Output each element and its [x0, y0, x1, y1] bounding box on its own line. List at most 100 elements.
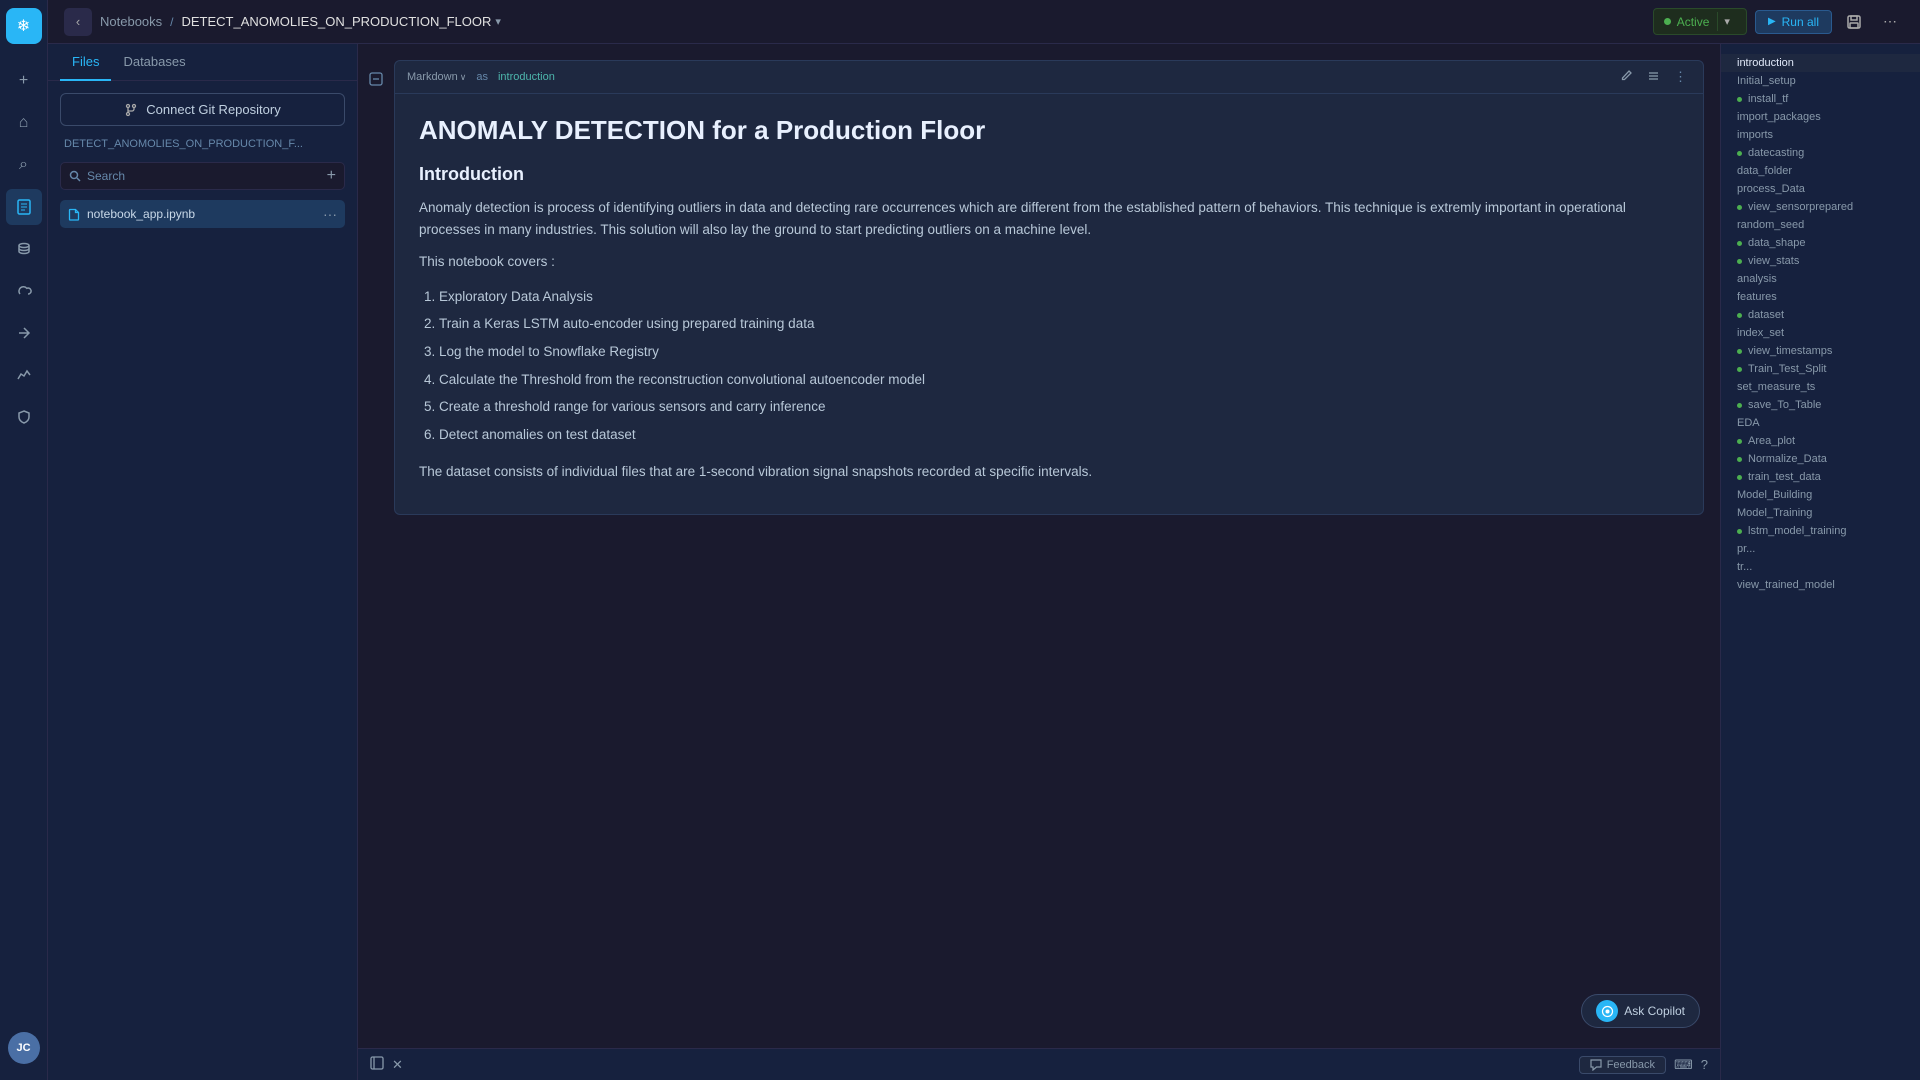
sidebar-item-home[interactable]: ⌂ [6, 105, 42, 141]
outline-dot-icon [1737, 349, 1742, 354]
outline-item-label: dataset [1748, 309, 1784, 321]
outline-item-label: view_timestamps [1748, 345, 1832, 357]
outline-item-set-measure-ts[interactable]: set_measure_ts [1721, 378, 1920, 396]
file-item[interactable]: notebook_app.ipynb ··· [60, 200, 345, 228]
keyboard-icon[interactable]: ⌨ [1674, 1057, 1693, 1073]
outline-item-datecasting[interactable]: datecasting [1721, 144, 1920, 162]
outline-item-train-test-data[interactable]: train_test_data [1721, 468, 1920, 486]
covers-list: Exploratory Data Analysis Train a Keras … [419, 284, 1679, 448]
user-avatar[interactable]: JC [8, 1032, 40, 1064]
outline-item-data-folder[interactable]: data_folder [1721, 162, 1920, 180]
search-input[interactable] [87, 169, 321, 183]
notebook-label: DETECT_ANOMOLIES_ON_PRODUCTION_F... [60, 136, 345, 152]
outline-item-label: Initial_setup [1737, 75, 1796, 87]
notebook-title: DETECT_ANOMOLIES_ON_PRODUCTION_FLOOR ▾ [182, 14, 501, 29]
notebook-panel: Markdown ∨ as introduction [358, 44, 1720, 1080]
sidebar-add-btn[interactable]: + [6, 63, 42, 99]
tab-databases[interactable]: Databases [111, 44, 197, 81]
help-icon[interactable]: ? [1701, 1057, 1708, 1072]
cell-gutter[interactable] [358, 60, 394, 515]
outline-item-import-packages[interactable]: import_packages [1721, 108, 1920, 126]
cell-type[interactable]: Markdown ∨ [407, 71, 466, 83]
outline-item-label: view_trained_model [1737, 579, 1835, 591]
outline-dot-icon [1737, 97, 1742, 102]
outline-dot-icon [1737, 313, 1742, 318]
close-panel-icon[interactable]: ✕ [392, 1057, 403, 1073]
cell-type-chevron-icon: ∨ [460, 72, 467, 83]
copilot-icon [1596, 1000, 1618, 1022]
outline-item-label: Area_plot [1748, 435, 1795, 447]
outline-item-view-sensorprepared[interactable]: view_sensorprepared [1721, 198, 1920, 216]
more-options-button[interactable]: ⋯ [1876, 8, 1904, 36]
list-item: Calculate the Threshold from the reconst… [439, 367, 1679, 393]
outline-item-process-data[interactable]: process_Data [1721, 180, 1920, 198]
outline-item-view-stats[interactable]: view_stats [1721, 252, 1920, 270]
cell-more-icon[interactable]: ⋮ [1670, 67, 1691, 87]
sidebar-toggle-icon[interactable] [370, 1056, 384, 1073]
sidebar-item-database[interactable] [6, 231, 42, 267]
outline-item-label: Model_Building [1737, 489, 1812, 501]
outline-item-model-training[interactable]: Model_Training [1721, 504, 1920, 522]
cell-list-icon[interactable] [1643, 67, 1664, 87]
file-tabs: Files Databases [48, 44, 357, 81]
outline-dot-icon [1737, 475, 1742, 480]
outline-item-analysis[interactable]: analysis [1721, 270, 1920, 288]
content-heading: ANOMALY DETECTION for a Production Floor [419, 114, 1679, 148]
add-file-button[interactable]: + [327, 167, 336, 185]
back-button[interactable]: ‹ [64, 8, 92, 36]
outline-item-normalize-data[interactable]: Normalize_Data [1721, 450, 1920, 468]
sidebar-item-shield[interactable] [6, 399, 42, 435]
outline-item-label: train_test_data [1748, 471, 1821, 483]
outline-item-data-shape[interactable]: data_shape [1721, 234, 1920, 252]
outline-item-train-test-split[interactable]: Train_Test_Split [1721, 360, 1920, 378]
connect-git-button[interactable]: Connect Git Repository [60, 93, 345, 126]
sidebar-item-search[interactable]: ⌕ [6, 147, 42, 183]
outline-item-view-trained-model[interactable]: view_trained_model [1721, 576, 1920, 594]
sidebar-item-notebooks[interactable] [6, 189, 42, 225]
outline-item-install-tf[interactable]: install_tf [1721, 90, 1920, 108]
cell-name: introduction [498, 71, 555, 83]
bottom-bar: ✕ Feedback ⌨ ? [358, 1048, 1720, 1080]
outline-item-label: data_shape [1748, 237, 1806, 249]
outline-dot-icon [1737, 439, 1742, 444]
outline-item-tr[interactable]: tr... [1721, 558, 1920, 576]
list-item: Create a threshold range for various sen… [439, 394, 1679, 420]
play-icon: ▶ [1768, 16, 1776, 27]
outline-item-features[interactable]: features [1721, 288, 1920, 306]
sidebar-item-monitor[interactable] [6, 357, 42, 393]
sidebar-item-transform[interactable] [6, 315, 42, 351]
app-logo[interactable]: ❄ [6, 8, 42, 44]
ask-copilot-button[interactable]: Ask Copilot [1581, 994, 1700, 1028]
outline-item-lstm-model-training[interactable]: lstm_model_training [1721, 522, 1920, 540]
run-all-button[interactable]: ▶ Run all [1755, 10, 1832, 34]
sidebar-item-cloud[interactable] [6, 273, 42, 309]
outline-item-label: pr... [1737, 543, 1755, 555]
outline-item-label: introduction [1737, 57, 1794, 69]
outline-item-view-timestamps[interactable]: view_timestamps [1721, 342, 1920, 360]
outline-item-imports[interactable]: imports [1721, 126, 1920, 144]
outline-item-eda[interactable]: EDA [1721, 414, 1920, 432]
outline-item-save-to-table[interactable]: save_To_Table [1721, 396, 1920, 414]
outline-item-dataset[interactable]: dataset [1721, 306, 1920, 324]
title-chevron-icon[interactable]: ▾ [495, 15, 501, 28]
status-dot-icon [1664, 18, 1671, 25]
markdown-cell: Markdown ∨ as introduction [358, 60, 1720, 515]
feedback-button[interactable]: Feedback [1579, 1056, 1666, 1074]
cell-toolbar: Markdown ∨ as introduction [395, 61, 1703, 94]
tab-files[interactable]: Files [60, 44, 111, 81]
save-button[interactable] [1840, 8, 1868, 36]
outline-item-label: view_sensorprepared [1748, 201, 1853, 213]
file-more-button[interactable]: ··· [323, 206, 337, 222]
file-name: notebook_app.ipynb [87, 207, 317, 221]
status-chevron-icon[interactable]: ▾ [1717, 12, 1736, 31]
outline-item-area-plot[interactable]: Area_plot [1721, 432, 1920, 450]
cell-edit-icon[interactable] [1616, 67, 1637, 87]
breadcrumb[interactable]: Notebooks [100, 14, 162, 29]
outline-item-index-set[interactable]: index_set [1721, 324, 1920, 342]
outline-item-pr[interactable]: pr... [1721, 540, 1920, 558]
outline-item-introduction[interactable]: introduction [1721, 54, 1920, 72]
outline-item-label: Model_Training [1737, 507, 1812, 519]
outline-item-initial-setup[interactable]: Initial_setup [1721, 72, 1920, 90]
outline-item-random-seed[interactable]: random_seed [1721, 216, 1920, 234]
outline-item-model-building[interactable]: Model_Building [1721, 486, 1920, 504]
